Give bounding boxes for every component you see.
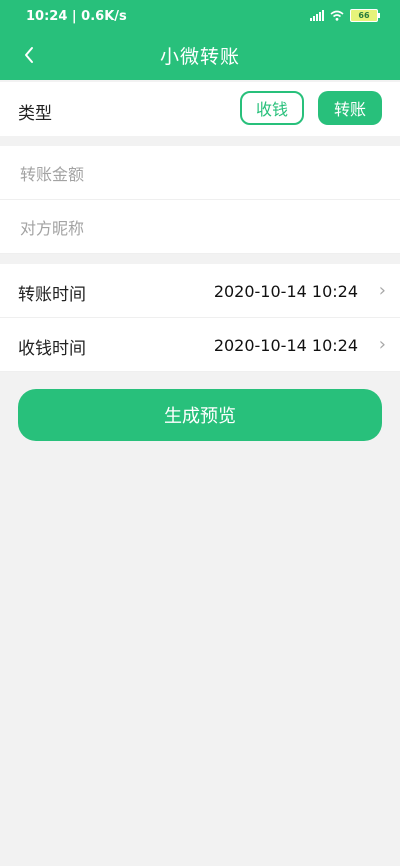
- chevron-right-icon: ›: [378, 334, 386, 355]
- receive-type-button[interactable]: 收钱: [240, 91, 304, 125]
- chevron-right-icon: ›: [378, 280, 386, 301]
- amount-input[interactable]: [18, 158, 382, 190]
- status-bar: 10:24 | 0.6K/s 66: [0, 0, 400, 34]
- app-header: 10:24 | 0.6K/s 66 小微转账: [0, 0, 400, 80]
- generate-preview-label: 生成预览: [164, 406, 236, 427]
- transfer-type-button[interactable]: 转账: [318, 91, 382, 125]
- receive-time-label: 收钱时间: [18, 339, 86, 359]
- nickname-input[interactable]: [18, 212, 382, 244]
- type-row: 类型 收钱 转账: [0, 82, 400, 136]
- wifi-icon: [330, 10, 344, 21]
- receive-time-row[interactable]: 收钱时间 2020-10-14 10:24 ›: [0, 318, 400, 372]
- type-label: 类型: [18, 104, 52, 124]
- receive-type-label: 收钱: [255, 100, 288, 119]
- status-time: 10:24 | 0.6K/s: [26, 9, 127, 24]
- transfer-time-value: 2020-10-14 10:24: [213, 282, 358, 301]
- generate-preview-button[interactable]: 生成预览: [18, 389, 382, 441]
- amount-row: [0, 146, 400, 200]
- transfer-type-label: 转账: [333, 100, 366, 119]
- status-icons: 66: [310, 9, 380, 22]
- nickname-row: [0, 200, 400, 254]
- signal-icon: [310, 10, 324, 21]
- battery-icon: 66: [350, 9, 380, 22]
- page-title: 小微转账: [159, 46, 240, 68]
- transfer-time-label: 转账时间: [18, 285, 86, 305]
- transfer-time-row[interactable]: 转账时间 2020-10-14 10:24 ›: [0, 264, 400, 318]
- receive-time-value: 2020-10-14 10:24: [213, 336, 358, 355]
